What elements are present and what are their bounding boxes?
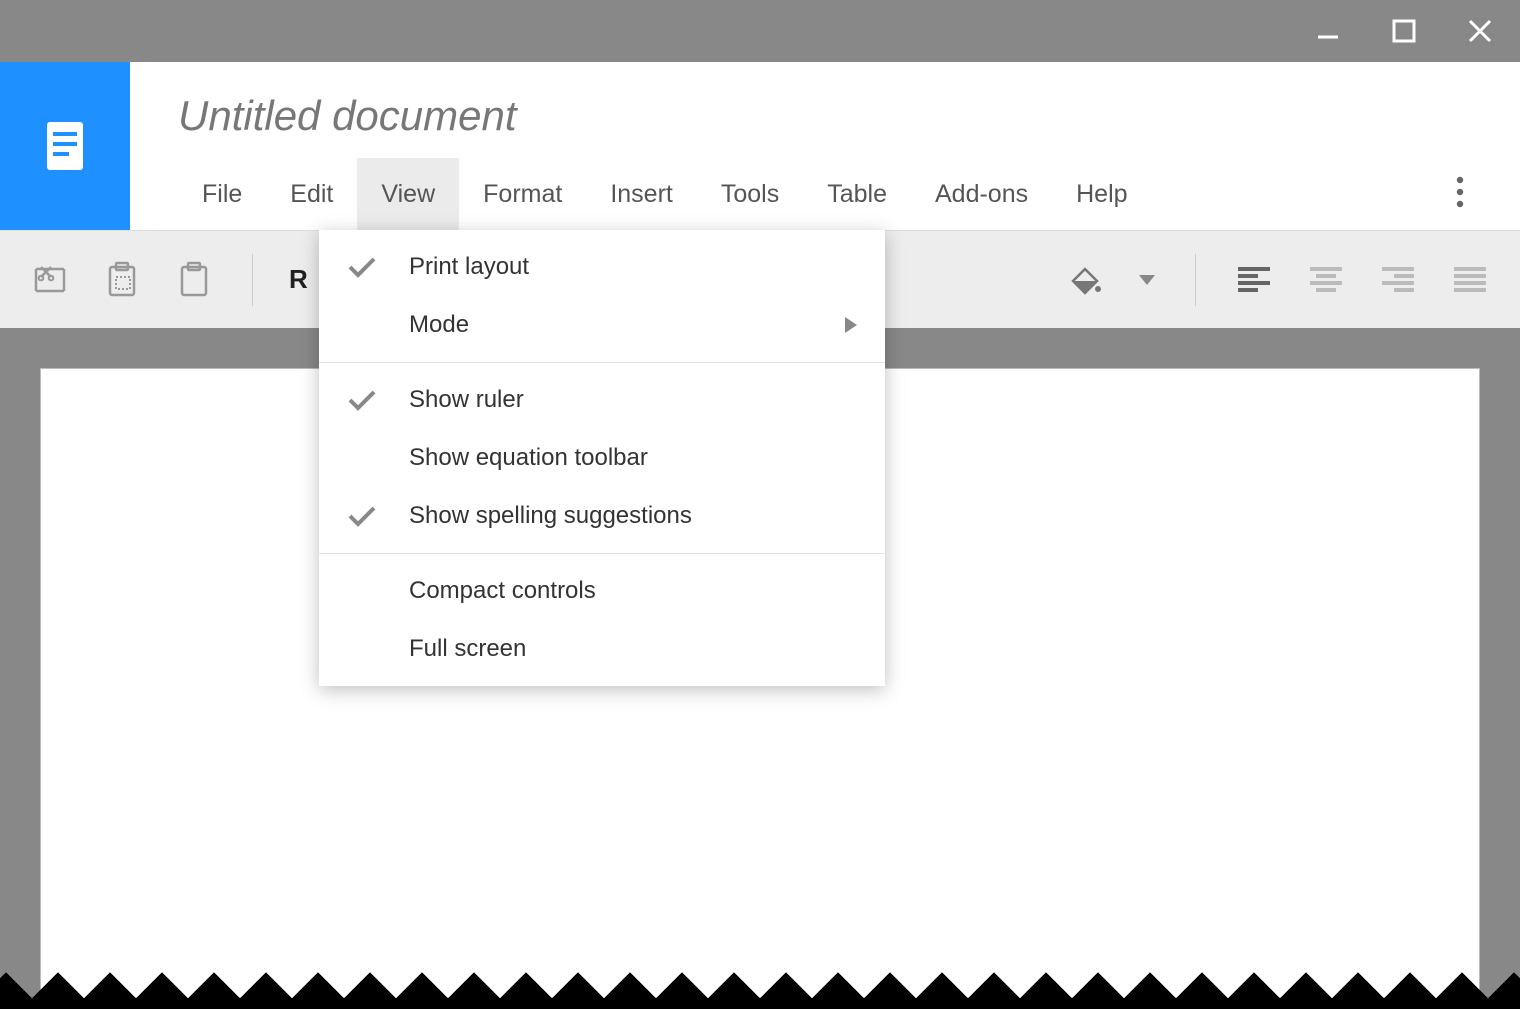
menu-table[interactable]: Table	[803, 158, 911, 230]
menu-item-compact-controls[interactable]: Compact controls	[319, 562, 885, 620]
menu-item-label: Full screen	[397, 635, 857, 663]
more-vertical-icon	[1456, 176, 1464, 208]
toolbar-separator	[252, 254, 253, 306]
menu-item-label: Show equation toolbar	[397, 444, 857, 472]
minimize-button[interactable]	[1308, 11, 1348, 51]
align-center-button[interactable]	[1304, 258, 1348, 302]
menu-view[interactable]: View	[357, 158, 459, 230]
align-right-icon	[1382, 267, 1414, 293]
clipboard-dashed-icon	[105, 261, 139, 299]
align-justify-button[interactable]	[1448, 258, 1492, 302]
cut-button[interactable]	[28, 258, 72, 302]
paste-button[interactable]	[172, 258, 216, 302]
check-icon	[347, 504, 397, 528]
view-menu-dropdown: Print layout Mode Show ruler Show equati…	[319, 230, 885, 686]
window-titlebar	[0, 0, 1520, 62]
more-menu-button[interactable]	[1440, 172, 1480, 212]
docs-logo[interactable]	[0, 62, 130, 230]
close-button[interactable]	[1460, 11, 1500, 51]
menu-item-full-screen[interactable]: Full screen	[319, 620, 885, 678]
align-justify-icon	[1454, 267, 1486, 293]
toolbar-separator	[1195, 254, 1196, 306]
check-icon	[347, 388, 397, 412]
cut-icon	[33, 263, 67, 297]
menu-item-label: Show ruler	[397, 386, 857, 414]
menu-item-show-spelling[interactable]: Show spelling suggestions	[319, 487, 885, 545]
paint-bucket-icon	[1067, 263, 1103, 297]
menubar: File Edit View Format Insert Tools Table…	[178, 158, 1520, 230]
fill-color-button[interactable]	[1063, 258, 1107, 302]
menu-edit[interactable]: Edit	[266, 158, 357, 230]
torn-edge-decoration	[0, 969, 1520, 1009]
menu-insert[interactable]: Insert	[586, 158, 697, 230]
menu-divider	[319, 362, 885, 363]
app-header: Untitled document File Edit View Format …	[0, 62, 1520, 230]
menu-item-label: Print layout	[397, 253, 857, 281]
caret-down-icon	[1139, 275, 1155, 285]
align-left-icon	[1238, 267, 1270, 293]
document-title[interactable]: Untitled document	[178, 92, 1520, 140]
paste-special-button[interactable]	[100, 258, 144, 302]
document-icon	[43, 118, 87, 174]
menu-item-label: Show spelling suggestions	[397, 502, 857, 530]
toolbar-r-label: R	[289, 264, 308, 295]
menu-divider	[319, 553, 885, 554]
menu-file[interactable]: File	[178, 158, 266, 230]
check-icon	[347, 255, 397, 279]
menu-item-label: Mode	[397, 311, 845, 339]
clipboard-icon	[178, 261, 210, 299]
align-center-icon	[1310, 267, 1342, 293]
align-left-button[interactable]	[1232, 258, 1276, 302]
menu-help[interactable]: Help	[1052, 158, 1151, 230]
menu-item-label: Compact controls	[397, 577, 857, 605]
submenu-arrow-icon	[845, 317, 857, 333]
menu-item-print-layout[interactable]: Print layout	[319, 238, 885, 296]
menu-item-show-ruler[interactable]: Show ruler	[319, 371, 885, 429]
menu-addons[interactable]: Add-ons	[911, 158, 1052, 230]
menu-format[interactable]: Format	[459, 158, 586, 230]
menu-item-show-equation-toolbar[interactable]: Show equation toolbar	[319, 429, 885, 487]
maximize-button[interactable]	[1384, 11, 1424, 51]
menu-tools[interactable]: Tools	[697, 158, 803, 230]
fill-color-dropdown[interactable]	[1135, 258, 1159, 302]
menu-item-mode[interactable]: Mode	[319, 296, 885, 354]
align-right-button[interactable]	[1376, 258, 1420, 302]
